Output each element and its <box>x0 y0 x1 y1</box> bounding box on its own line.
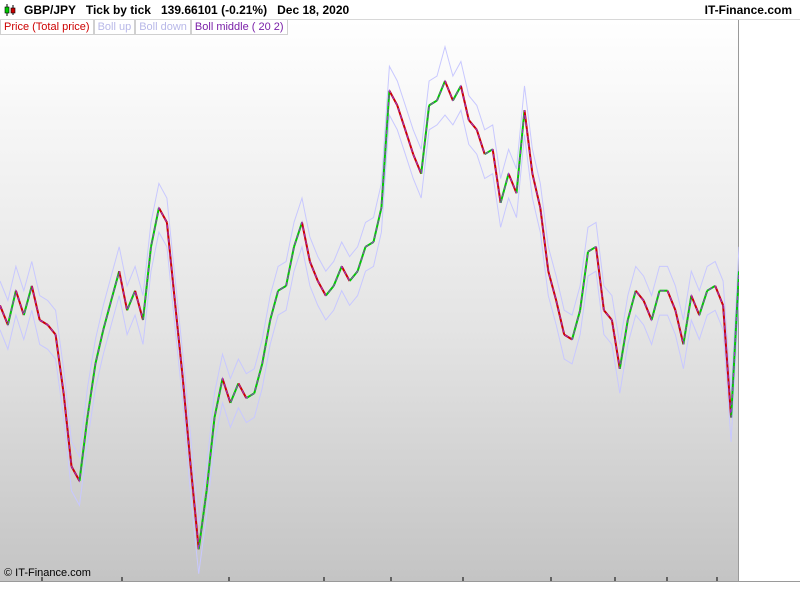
price-segment <box>332 266 343 287</box>
chart-header: GBP/JPY Tick by tick 139.66101 (-0.21%) … <box>0 0 800 20</box>
legend-item-boll-middle[interactable]: Boll middle ( 20 2) <box>190 20 288 35</box>
chart-mode: Tick by tick <box>85 3 151 17</box>
price-segment <box>118 271 129 311</box>
last-price: 139.66101 <box>161 3 218 17</box>
instrument-name: GBP/JPY <box>24 3 76 17</box>
legend: Price (Total price) Boll up Boll down Bo… <box>0 20 288 35</box>
time-axis[interactable] <box>0 581 800 600</box>
copyright-label: © IT-Finance.com <box>4 567 91 579</box>
price-axis[interactable] <box>739 20 800 581</box>
chart-window: 139.62139.61139.6139.59139.58139.57139.5… <box>0 0 800 600</box>
boll-up-line <box>0 44 740 525</box>
price-change: (-0.21%) <box>221 3 268 17</box>
price-segment <box>380 90 391 208</box>
price-segment <box>507 173 518 194</box>
brand-label: IT-Finance.com <box>704 3 792 17</box>
price-segment <box>197 490 208 550</box>
legend-item-price[interactable]: Price (Total price) <box>0 20 94 35</box>
candlestick-logo-icon <box>4 4 16 16</box>
legend-item-boll-up[interactable]: Boll up <box>93 20 136 35</box>
price-segment <box>285 246 295 287</box>
price-series <box>0 80 740 550</box>
chart-title: GBP/JPY Tick by tick 139.66101 (-0.21%) … <box>24 3 349 17</box>
legend-item-boll-down[interactable]: Boll down <box>135 20 191 35</box>
boll-down-line <box>0 108 740 574</box>
chart-canvas: 139.62139.61139.6139.59139.58139.57139.5… <box>0 22 778 581</box>
chart-date: Dec 18, 2020 <box>277 3 350 17</box>
price-segment <box>579 251 589 311</box>
